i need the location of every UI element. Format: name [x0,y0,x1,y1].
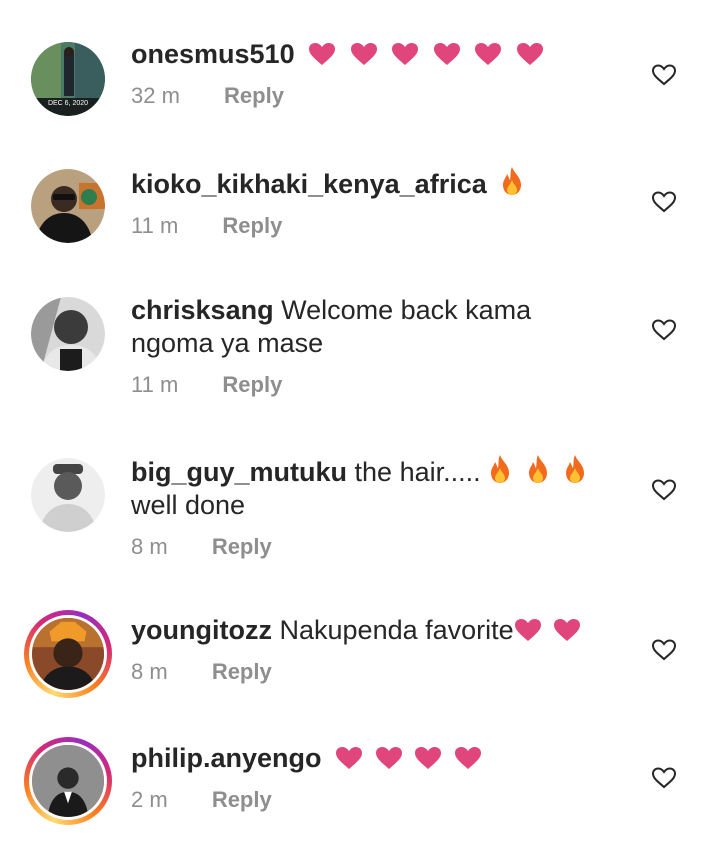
pink-heart-icon [335,743,363,773]
pink-heart-icon [516,39,544,69]
comment-time: 11 m [131,213,179,238]
pink-heart-icon [514,615,542,645]
pink-heart-icon [350,39,378,69]
comment-username[interactable]: onesmus510 [131,39,295,69]
comment-time: 8 m [131,659,168,684]
heart-outline-icon[interactable] [651,765,677,791]
pink-heart-icon [474,39,502,69]
avatar-photo [31,458,105,532]
comment-username[interactable]: youngitozz [131,615,272,645]
pink-heart-icon [553,615,581,645]
comment-time: 2 m [131,787,168,812]
comment-username[interactable]: philip.anyengo [131,743,322,773]
comment-time: 11 m [131,372,179,397]
pink-heart-icon [433,39,461,69]
pink-heart-icon [414,743,442,773]
avatar-story-ring[interactable] [24,737,112,825]
avatar-caption: DEC 6, 2020 [47,100,89,107]
fire-icon [500,167,524,199]
avatar [29,742,107,820]
avatar-photo [31,169,105,243]
avatar[interactable]: DEC 6, 2020 [31,42,105,116]
avatar-photo [31,297,105,371]
reply-button[interactable]: Reply [212,534,272,559]
reply-button[interactable]: Reply [212,787,272,812]
fire-icon [488,455,512,487]
comment-text: well done [131,490,246,520]
reply-button[interactable]: Reply [212,659,272,684]
avatar-photo [32,618,104,690]
heart-outline-icon[interactable] [651,189,677,215]
heart-outline-icon[interactable] [651,317,677,343]
heart-outline-icon[interactable] [651,637,677,663]
comment-username[interactable]: big_guy_mutuku [131,457,347,487]
reply-button[interactable]: Reply [222,213,282,238]
comment-username[interactable]: kioko_kikhaki_kenya_africa [131,169,487,199]
fire-icon [563,455,587,487]
pink-heart-icon [391,39,419,69]
comment-time: 32 m [131,83,180,108]
pink-heart-icon [308,39,336,69]
avatar[interactable] [31,297,105,371]
avatar [29,615,107,693]
comment-emojis [335,743,482,773]
comment-emojis [308,39,544,69]
reply-button[interactable]: Reply [222,372,282,397]
avatar[interactable] [31,169,105,243]
fire-icon [526,455,550,487]
comment-time: 8 m [131,534,168,559]
pink-heart-icon [375,743,403,773]
heart-outline-icon[interactable] [651,62,677,88]
comment-username[interactable]: chrisksang [131,295,274,325]
heart-outline-icon[interactable] [651,477,677,503]
comment-text: Nakupenda favorite [279,615,514,645]
reply-button[interactable]: Reply [224,83,284,108]
avatar[interactable] [31,458,105,532]
avatar-photo [32,745,104,817]
avatar-story-ring[interactable] [24,610,112,698]
comment-text: the hair..... [354,457,481,487]
pink-heart-icon [454,743,482,773]
